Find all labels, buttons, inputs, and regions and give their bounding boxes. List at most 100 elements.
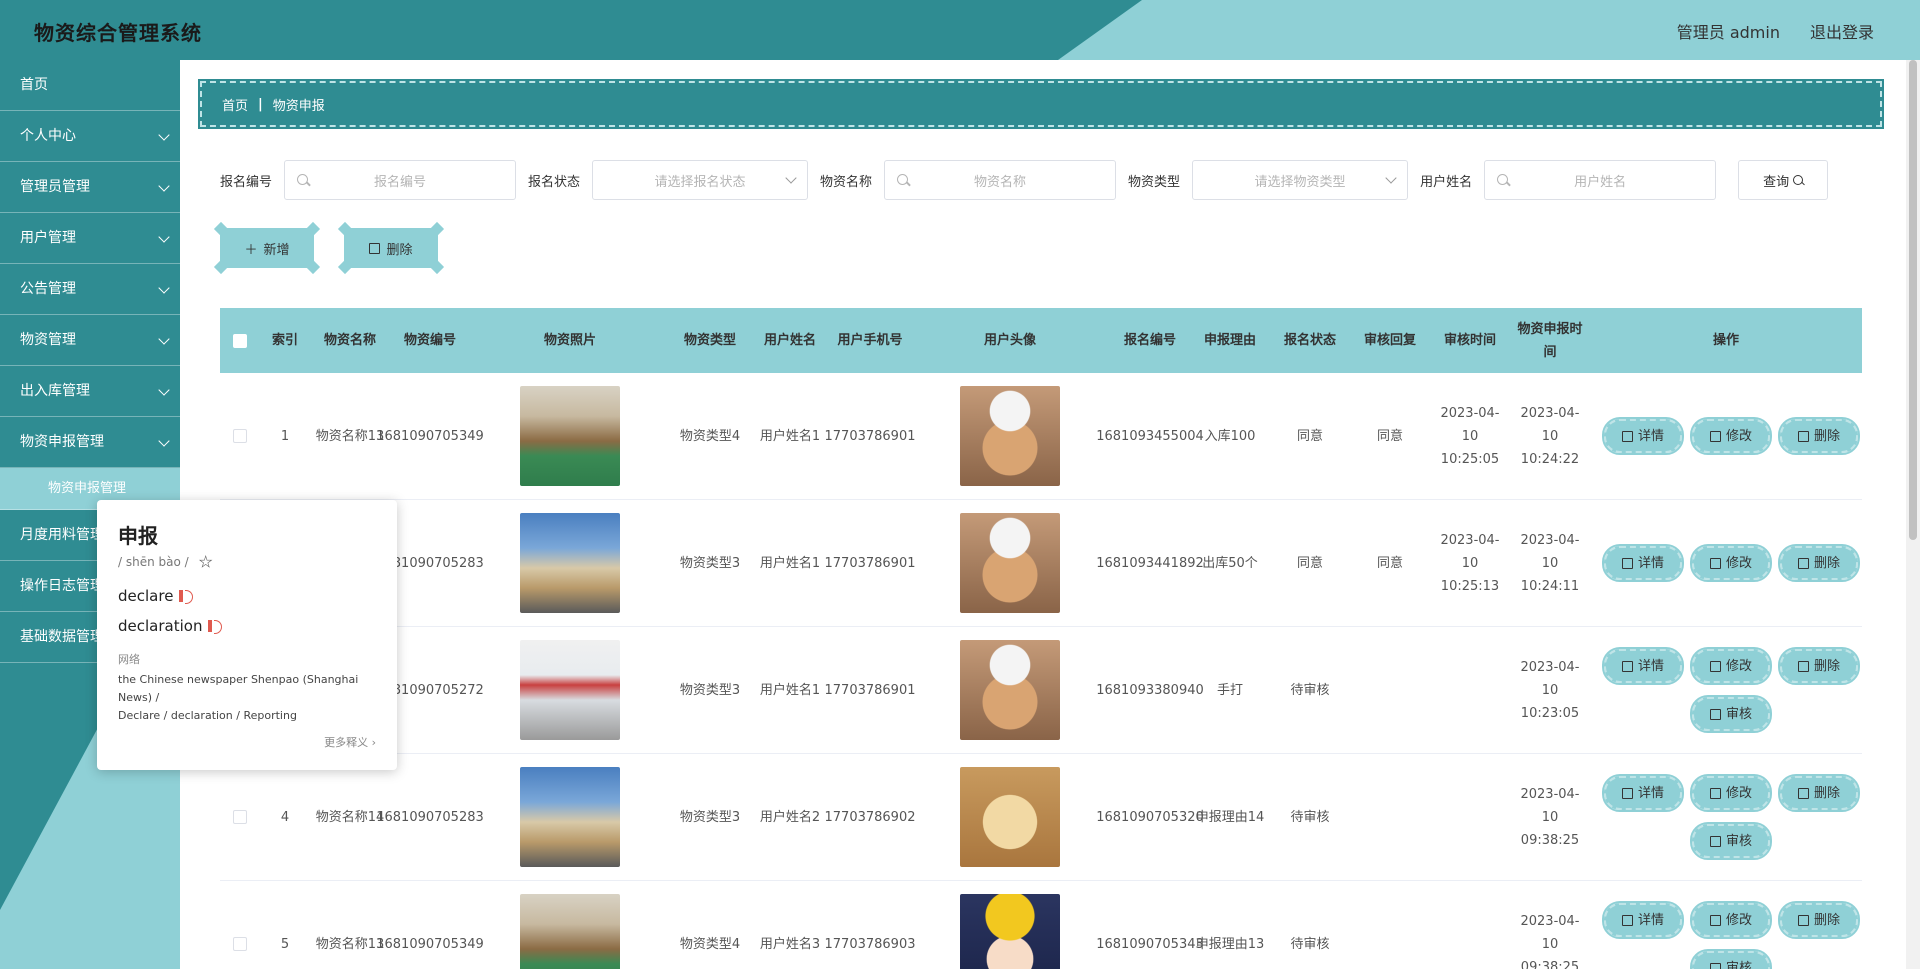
trash-icon — [1797, 787, 1809, 799]
add-button[interactable]: ＋ 新增 — [213, 221, 321, 275]
sidebar-item-label: 月度用料管理 — [20, 527, 104, 543]
sidebar-item-7[interactable]: 物资申报管理 — [0, 417, 180, 468]
user-avatar[interactable] — [960, 513, 1060, 613]
speaker-icon[interactable] — [208, 620, 223, 634]
speaker-icon[interactable] — [179, 590, 194, 604]
table-row: 5 物资名称13 1681090705349 物资类型4 用户姓名3 1770378690… — [220, 881, 1862, 969]
row-actions: 详情 修改 删除 — [1594, 417, 1860, 455]
search-placeholder: 报名编号 — [374, 174, 427, 190]
dictionary-popup: 申报 / shēn bào / declare declaration 网络 t… — [97, 500, 397, 770]
sidebar-item-1[interactable]: 个人中心 — [0, 111, 180, 162]
row-checkbox[interactable] — [233, 810, 247, 824]
user-avatar[interactable] — [960, 640, 1060, 740]
delete-button-label: 删除 — [1813, 912, 1840, 928]
search-icon — [1793, 175, 1804, 185]
edit-button[interactable]: 修改 — [1690, 417, 1772, 455]
app-title: 物资综合管理系统 — [34, 21, 202, 45]
table-cell: 17703786902 — [824, 809, 916, 825]
review-button[interactable]: 审核 — [1690, 949, 1772, 969]
dict-more-link[interactable]: 更多释义 › — [324, 734, 376, 750]
delete-button[interactable]: 删除 — [1778, 647, 1860, 685]
row-checkbox[interactable] — [233, 429, 247, 443]
search-input[interactable]: 用户姓名 — [1484, 160, 1717, 200]
detail-button[interactable]: 详情 — [1602, 647, 1684, 685]
material-photo[interactable] — [520, 640, 620, 740]
chevron-down-icon — [1385, 172, 1397, 184]
review-button[interactable]: 审核 — [1690, 822, 1772, 860]
trash-icon — [369, 242, 381, 254]
sidebar-item-3[interactable]: 用户管理 — [0, 213, 180, 264]
batch-delete-button[interactable]: 删除 — [337, 221, 445, 275]
material-photo[interactable] — [520, 767, 620, 867]
detail-button[interactable]: 详情 — [1602, 901, 1684, 939]
sidebar-item-label: 用户管理 — [20, 230, 76, 246]
search-placeholder: 请选择报名状态 — [654, 174, 746, 190]
star-icon[interactable] — [198, 555, 213, 568]
table-cell: 申报理由13 — [1195, 936, 1265, 952]
edit-button-label: 修改 — [1725, 428, 1752, 444]
detail-button[interactable]: 详情 — [1602, 544, 1684, 582]
doc-icon — [1621, 660, 1633, 672]
query-button[interactable]: 查询 — [1738, 160, 1829, 200]
delete-button[interactable]: 删除 — [1778, 774, 1860, 812]
logout-link[interactable]: 退出登录 — [1810, 19, 1874, 43]
material-photo[interactable] — [520, 513, 620, 613]
sidebar-item-6[interactable]: 出入库管理 — [0, 366, 180, 417]
ops-cell: 详情 修改 删除 审核 — [1590, 774, 1862, 860]
sidebar-item-2[interactable]: 管理员管理 — [0, 162, 180, 213]
table-cell: 17703786901 — [824, 428, 916, 444]
search-icon — [1497, 174, 1509, 185]
row-actions: 详情 修改 删除 审核 — [1594, 774, 1860, 860]
sidebar-item-5[interactable]: 物资管理 — [0, 315, 180, 366]
search-placeholder: 用户姓名 — [1574, 174, 1627, 190]
search-input[interactable]: 报名编号 — [284, 160, 517, 200]
sidebar-item-label: 个人中心 — [20, 128, 76, 144]
user-avatar[interactable] — [960, 894, 1060, 969]
edit-button-label: 修改 — [1725, 658, 1752, 674]
chevron-down-icon — [158, 282, 170, 294]
delete-button[interactable]: 删除 — [1778, 417, 1860, 455]
search-input[interactable]: 物资名称 — [884, 160, 1117, 200]
page-scrollbar[interactable] — [1906, 60, 1920, 969]
search-bar: 报名编号 报名编号 报名状态 请选择报名状态 物资名称 物资名称 物资类型 请选择物资类型 用户… — [220, 160, 1829, 200]
search-placeholder: 请选择物资类型 — [1254, 174, 1346, 190]
user-avatar[interactable] — [960, 386, 1060, 486]
material-photo[interactable] — [520, 386, 620, 486]
edit-button[interactable]: 修改 — [1690, 647, 1772, 685]
table-row: 4 物资名称14 1681090705283 物资类型3 用户姓名2 1770378690… — [220, 754, 1862, 881]
sidebar-item-4[interactable]: 公告管理 — [0, 264, 180, 315]
current-user[interactable]: 管理员 admin — [1677, 19, 1780, 43]
table-cell — [910, 894, 1110, 969]
table-cell: 5 — [280, 936, 290, 952]
select-all-checkbox[interactable] — [233, 333, 247, 348]
delete-button[interactable]: 删除 — [1778, 901, 1860, 939]
search-select[interactable]: 请选择物资类型 — [1192, 160, 1409, 200]
detail-button[interactable]: 详情 — [1602, 417, 1684, 455]
material-photo[interactable] — [520, 894, 620, 969]
table-cell: 1681093441892 — [1096, 555, 1204, 571]
breadcrumb-home[interactable]: 首页 — [222, 95, 248, 114]
delete-button[interactable]: 删除 — [1778, 544, 1860, 582]
scrollbar-thumb[interactable] — [1909, 60, 1917, 540]
dict-net-text: the Chinese newspaper Shenpao (Shanghai … — [118, 671, 376, 725]
review-button[interactable]: 审核 — [1690, 695, 1772, 733]
chevron-down-icon — [158, 333, 170, 345]
detail-button[interactable]: 详情 — [1602, 774, 1684, 812]
table-cell: 物资类型3 — [679, 555, 741, 571]
edit-button[interactable]: 修改 — [1690, 901, 1772, 939]
sidebar-item-0[interactable]: 首页 — [0, 60, 180, 111]
table-cell: 物资类型3 — [679, 809, 741, 825]
table-cell: 同意 — [1296, 555, 1323, 571]
batch-delete-label: 删除 — [386, 242, 413, 258]
edit-button[interactable]: 修改 — [1690, 544, 1772, 582]
trash-icon — [1797, 557, 1809, 569]
row-checkbox[interactable] — [233, 937, 247, 951]
table-cell: 1681090705283 — [376, 555, 484, 571]
search-label: 物资名称 — [820, 174, 873, 190]
edit-button[interactable]: 修改 — [1690, 774, 1772, 812]
breadcrumb-current: 物资申报 — [272, 98, 325, 114]
chevron-down-icon — [158, 180, 170, 192]
user-avatar[interactable] — [960, 767, 1060, 867]
dict-net-line: the Chinese newspaper Shenpao (Shanghai … — [118, 673, 359, 704]
search-select[interactable]: 请选择报名状态 — [592, 160, 809, 200]
